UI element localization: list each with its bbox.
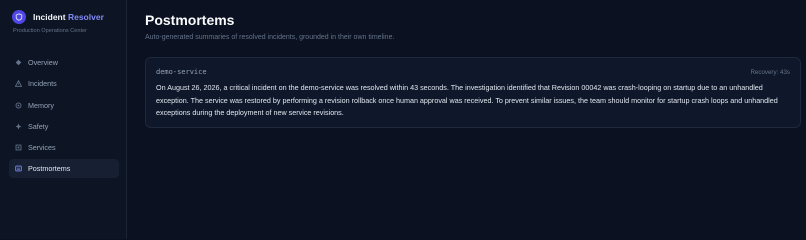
page-title: Postmortems <box>145 12 235 28</box>
brand-subtitle: Production Operations Center <box>13 28 88 34</box>
sidebar-nav: Overview Incidents Memory Safety Service… <box>9 53 119 181</box>
brand-accent: Resolver <box>67 12 104 22</box>
service-name: demo-service <box>156 68 207 76</box>
services-icon <box>15 144 22 151</box>
postmortem-card[interactable]: demo-service Recovery: 43s On August 26,… <box>145 57 801 128</box>
postmortem-summary: On August 26, 2026, a critical incident … <box>156 83 778 117</box>
sidebar-item-label: Overview <box>28 58 58 67</box>
sidebar-item-services[interactable]: Services <box>9 138 119 157</box>
document-icon <box>15 165 22 172</box>
memory-icon <box>15 102 22 109</box>
sidebar-item-label: Postmortems <box>28 164 71 174</box>
sidebar-item-safety[interactable]: Safety <box>9 117 119 136</box>
sidebar-item-label: Services <box>28 143 56 153</box>
shield-logo-icon <box>12 10 26 24</box>
page-subtitle: Auto-generated summaries of resolved inc… <box>145 34 395 41</box>
sidebar: Incident Resolver Production Operations … <box>0 0 127 239</box>
brand[interactable]: Incident Resolver <box>12 10 104 24</box>
sidebar-item-incidents[interactable]: Incidents <box>9 74 119 93</box>
sidebar-item-label: Memory <box>28 100 54 110</box>
brand-name: Incident <box>33 12 66 22</box>
sidebar-item-label: Safety <box>28 121 49 131</box>
sidebar-item-memory[interactable]: Memory <box>9 96 119 115</box>
sidebar-item-label: Incidents <box>28 79 57 89</box>
sidebar-item-overview[interactable]: Overview <box>9 53 119 72</box>
brand-title: Incident Resolver <box>33 12 104 22</box>
safety-icon <box>15 123 22 130</box>
sidebar-item-postmortems[interactable]: Postmortems <box>9 159 119 179</box>
diamond-icon <box>15 59 22 66</box>
recovery-time: Recovery: 43s <box>750 69 790 76</box>
warning-icon <box>15 80 22 88</box>
